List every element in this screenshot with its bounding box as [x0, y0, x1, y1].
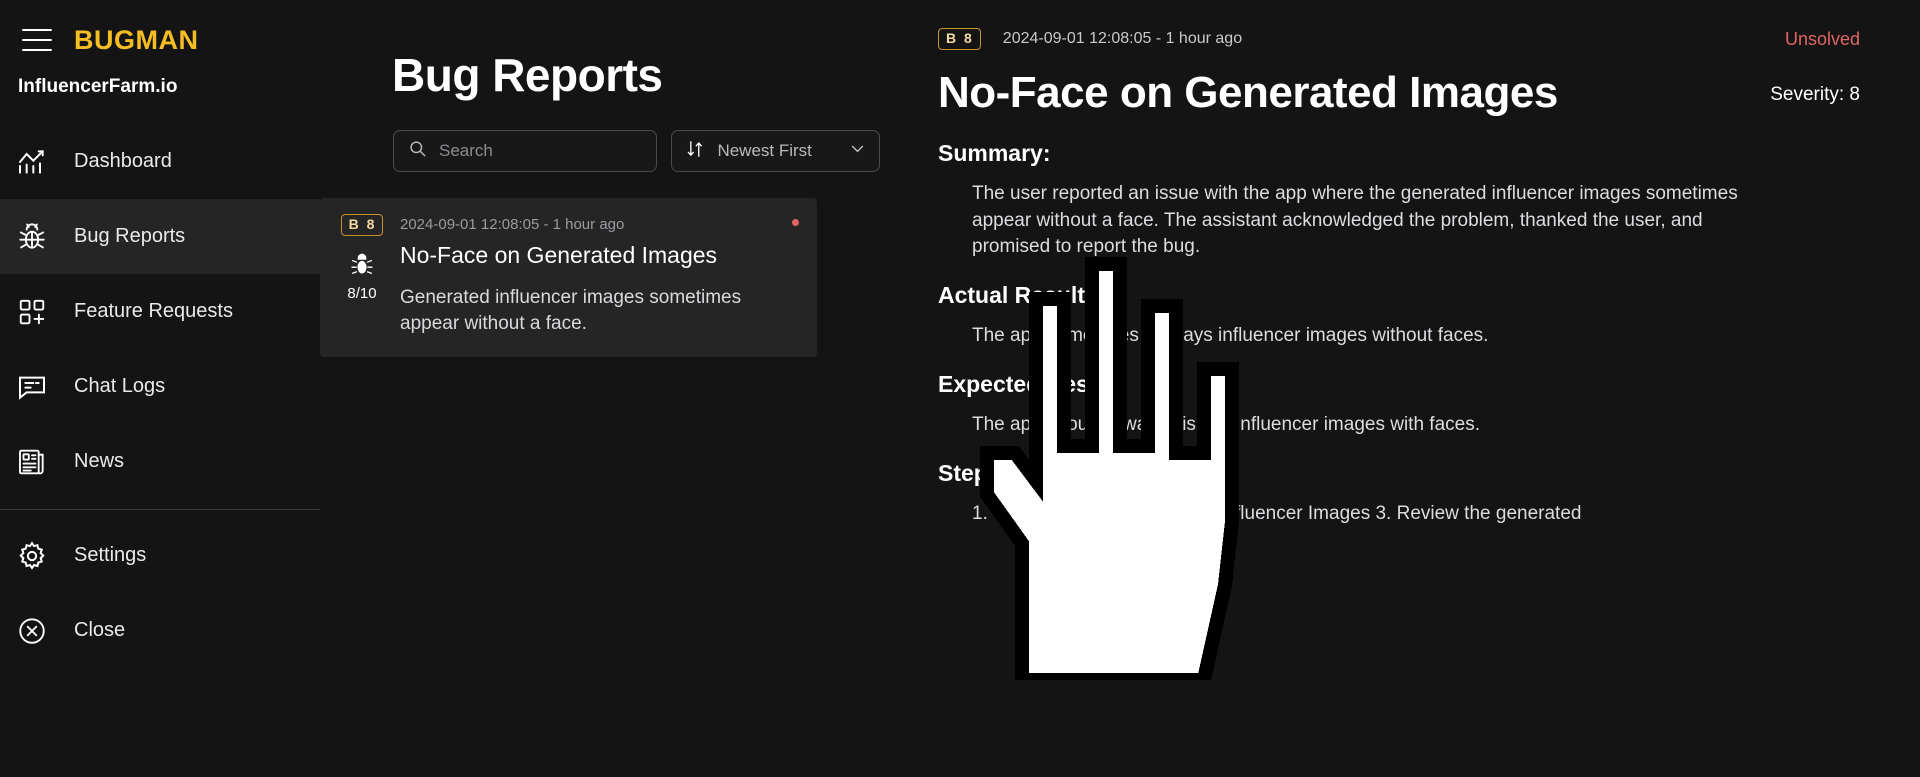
card-timestamp: 2024-09-01 12:08:05 - 1 hour ago: [400, 216, 625, 233]
search-icon: [408, 139, 427, 163]
brand-bar: BUGMAN: [0, 0, 320, 62]
sidebar-item-close[interactable]: Close: [0, 593, 320, 668]
chat-icon: [14, 369, 50, 405]
sidebar-nav: Dashboard Bug Reports Feature Requests C…: [0, 124, 320, 668]
search-input[interactable]: Search: [393, 130, 658, 172]
gear-icon: [14, 538, 50, 574]
bug-report-card[interactable]: B 8 8/10 2024-09-01 12:08:05 - 1 hour ag…: [320, 198, 817, 357]
sidebar-divider: [0, 509, 320, 510]
bug-detail-pane: B 8 2024-09-01 12:08:05 - 1 hour ago Uns…: [880, 0, 1920, 777]
sidebar-item-news[interactable]: News: [0, 424, 320, 499]
sidebar-item-label: News: [74, 450, 125, 472]
brand-title: BUGMAN: [74, 24, 199, 55]
sidebar-item-chat-logs[interactable]: Chat Logs: [0, 349, 320, 424]
bug-icon: [349, 252, 375, 283]
section-body: The app should always display influencer…: [972, 414, 1480, 436]
section-body: 1. Open the app 2. Generate Influencer I…: [972, 503, 1582, 525]
bug-list-column: Bug Reports Search Newest First B 8 8/10…: [320, 0, 880, 777]
detail-section-actual-result: Actual Result: The app sometimes display…: [938, 282, 1860, 349]
severity-score: 8/10: [347, 285, 377, 303]
detail-timestamp: 2024-09-01 12:08:05 - 1 hour ago: [1002, 30, 1243, 48]
bug-badge: B 8: [938, 28, 981, 51]
sidebar-item-dashboard[interactable]: Dashboard: [0, 124, 320, 199]
sidebar-item-label: Bug Reports: [74, 225, 186, 247]
section-heading: Steps to Reproduce:: [938, 460, 1163, 487]
sidebar-item-label: Feature Requests: [74, 300, 233, 322]
sidebar-item-bug-reports[interactable]: Bug Reports: [0, 199, 320, 274]
sidebar-item-label: Chat Logs: [74, 375, 166, 397]
close-circle-icon: [14, 613, 50, 649]
status-badge: Unsolved: [1784, 28, 1860, 49]
sidebar-item-label: Dashboard: [74, 150, 172, 172]
chevron-down-icon: [849, 140, 866, 162]
hamburger-icon[interactable]: [22, 29, 52, 51]
sidebar-item-feature-requests[interactable]: Feature Requests: [0, 274, 320, 349]
section-body: The app sometimes displays influencer im…: [972, 325, 1489, 347]
detail-section-steps-to-reproduce: Steps to Reproduce: 1. Open the app 2. G…: [938, 460, 1860, 527]
site-name: InfluencerFarm.io: [18, 76, 178, 97]
section-heading: Actual Result:: [938, 282, 1093, 309]
detail-title: No-Face on Generated Images: [938, 68, 1558, 118]
sort-value: Newest First: [717, 141, 812, 160]
detail-section-summary: Summary: The user reported an issue with…: [938, 140, 1860, 260]
detail-severity: Severity: 8: [1770, 84, 1860, 106]
page-title: Bug Reports: [392, 49, 663, 101]
sort-icon: [685, 139, 705, 164]
card-title: No-Face on Generated Images: [400, 242, 718, 268]
section-body: The user reported an issue with the app …: [972, 183, 1738, 257]
bug-icon: [14, 219, 50, 255]
sidebar: BUGMAN InfluencerFarm.io Dashboard Bug R…: [0, 0, 320, 777]
search-placeholder: Search: [439, 141, 493, 160]
section-heading: Summary:: [938, 140, 1051, 167]
card-description: Generated influencer images sometimes ap…: [400, 287, 742, 334]
sidebar-item-label: Close: [74, 619, 126, 641]
news-icon: [14, 444, 50, 480]
sort-dropdown[interactable]: Newest First: [671, 130, 880, 172]
sidebar-item-label: Settings: [74, 544, 147, 566]
card-severity-column: B 8 8/10: [338, 214, 386, 337]
list-controls: Search Newest First: [393, 130, 880, 172]
sidebar-item-settings[interactable]: Settings: [0, 518, 320, 593]
grid-plus-icon: [14, 294, 50, 330]
card-body: 2024-09-01 12:08:05 - 1 hour ago No-Face…: [400, 214, 799, 337]
app-root: BUGMAN InfluencerFarm.io Dashboard Bug R…: [0, 0, 1920, 777]
detail-section-expected-result: Expected Result: The app should always d…: [938, 371, 1860, 438]
detail-title-row: No-Face on Generated Images Severity: 8: [938, 68, 1860, 118]
unread-dot: [792, 219, 799, 226]
section-heading: Expected Result:: [938, 371, 1125, 398]
detail-header: B 8 2024-09-01 12:08:05 - 1 hour ago Uns…: [938, 28, 1860, 51]
chart-icon: [14, 144, 50, 180]
bug-badge: B 8: [340, 214, 384, 237]
